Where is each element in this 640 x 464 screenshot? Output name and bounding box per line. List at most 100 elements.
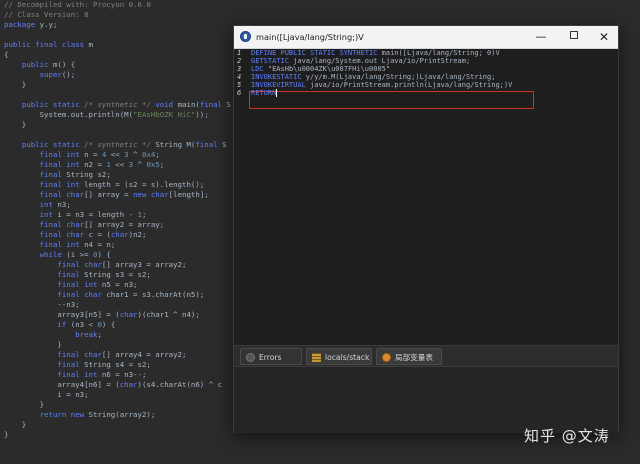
source-line: public m() { [4,60,75,70]
minimize-button[interactable]: — [526,26,556,48]
line-number: 1 [237,49,242,57]
code-token: super [39,70,62,79]
maximize-icon [570,31,578,39]
source-line: } [4,430,8,440]
source-line: final int n2 = 1 << 3 ^ 0x5; [4,160,165,170]
code-token: char [119,380,138,389]
code-token: )n2; [128,230,147,239]
bytecode-line[interactable]: 1 DEFINE PUBLIC STATIC SYNTHETIC main([Lj… [234,49,618,57]
bytecode-line[interactable]: 2 GETSTATIC java/lang/System.out Ljava/io… [234,57,618,65]
code-token: array3[n5] = ( [4,310,120,319]
opcode: INVOKESTATIC [251,73,302,81]
line-number: 5 [237,81,242,89]
opcode: INVOKEVIRTUAL [251,81,306,89]
code-token: int [39,210,53,219]
code-token: ; [141,210,147,219]
code-token: main( [173,100,200,109]
source-line: System.out.println(M("EAsHbOZK HiC")); [4,110,209,120]
code-token: public static [21,100,80,109]
code-token: final [57,270,80,279]
code-token: package [4,20,36,29]
code-token: // Decompiled with: Procyon 0.6.0 [4,0,151,9]
code-token: ^ [128,150,142,159]
code-token: final [57,360,80,369]
window-title: main([Ljava/lang/String;)V [256,32,364,42]
code-token: String M( [155,140,196,149]
code-token: final int [39,160,80,169]
bytecode-line[interactable]: 5 INVOKEVIRTUAL java/io/PrintStream.print… [234,81,618,89]
code-token: final char [57,290,102,299]
operands: main([Ljava/lang/String; 0)V [377,49,500,57]
bytecode-line[interactable]: 4 INVOKESTATIC y/y/m.M(Ljava/lang/String;… [234,73,618,81]
line-number: 6 [237,89,242,97]
code-token: y.y; [35,20,58,29]
source-line: array3[n5] = (char)(char1 ^ n4); [4,310,199,320]
source-line: final int n5 = n3; [4,280,137,290]
bytecode-editor[interactable]: 1 DEFINE PUBLIC STATIC SYNTHETIC main([Lj… [234,49,618,345]
tab-locals-stack[interactable]: locals/stack [306,348,372,365]
code-token: final char [57,260,102,269]
code-token: String(array2); [84,410,156,419]
code-token: n6 = n3--; [97,370,147,379]
inspector-panel: Errors locals/stack 局部变量表 [234,345,618,433]
code-token: String s4 = s2; [79,360,151,369]
source-line: --n3; [4,300,79,310]
source-line: final int n4 = n; [4,240,116,250]
code-token: char [119,310,138,319]
code-token: /* synthetic */ [79,140,156,149]
bytecode-line[interactable]: 6 RETURN [234,89,618,97]
source-line: final int n6 = n3--; [4,370,146,380]
bytecode-window[interactable]: main([Ljava/lang/String;)V — ✕ 1 DEFINE P… [233,25,619,433]
code-token: /* synthetic */ [79,100,156,109]
source-line: } [4,340,61,350]
source-line: final char[] array4 = array2; [4,350,186,360]
close-icon: ✕ [598,30,610,44]
code-token: i = n3; [4,390,89,399]
operands: "EAsHb\u0004ZK\u007FHi\u0005" [263,65,391,73]
opcode: DEFINE PUBLIC STATIC SYNTHETIC [251,49,378,57]
bytecode-instruction: INVOKEVIRTUAL java/io/PrintStream.printl… [251,81,512,89]
code-token: } [4,420,27,429]
tab-local-variables[interactable]: 局部变量表 [376,348,442,365]
tab-errors-label: Errors [259,353,282,362]
code-token: [] array = [84,190,134,199]
operands: y/y/m.M(Ljava/lang/String;)Ljava/lang/St… [301,73,496,81]
opcode: RETURN [251,89,277,97]
code-token: [] array2 = array; [84,220,165,229]
tab-locals-stack-label: locals/stack [325,353,370,362]
bytecode-line[interactable]: 3 LDC "EAsHb\u0004ZK\u007FHi\u0005" [234,65,618,73]
code-token: final int [39,240,80,249]
code-token: while [39,250,62,259]
close-button[interactable]: ✕ [589,26,619,48]
source-line: { [4,50,8,60]
code-token: final int [57,280,98,289]
code-token: String s2; [61,170,111,179]
code-token: } [4,120,27,129]
source-line: return new String(array2); [4,410,156,420]
source-line: // Decompiled with: Procyon 0.6.0 [4,0,151,10]
code-token: c = ( [84,230,111,239]
window-titlebar[interactable]: main([Ljava/lang/String;)V — ✕ [234,26,618,49]
code-token: n = [79,150,102,159]
source-line: final String s2; [4,170,111,180]
bytecode-instruction: INVOKESTATIC y/y/m.M(Ljava/lang/String;)… [251,73,495,81]
code-token: String s3 = s2; [79,270,151,279]
source-line: public final class m [4,40,93,50]
code-token: )); [195,110,209,119]
source-line: final String s4 = s2; [4,360,151,370]
code-token: final char [57,350,102,359]
source-line: int i = n3 = length - 1; [4,210,147,220]
source-line: // Class Version: 8 [4,10,89,20]
code-token: final int [39,150,80,159]
source-line: break; [4,330,102,340]
maximize-button[interactable] [559,26,589,48]
stack-icon [312,353,321,362]
tab-errors[interactable]: Errors [240,348,302,365]
